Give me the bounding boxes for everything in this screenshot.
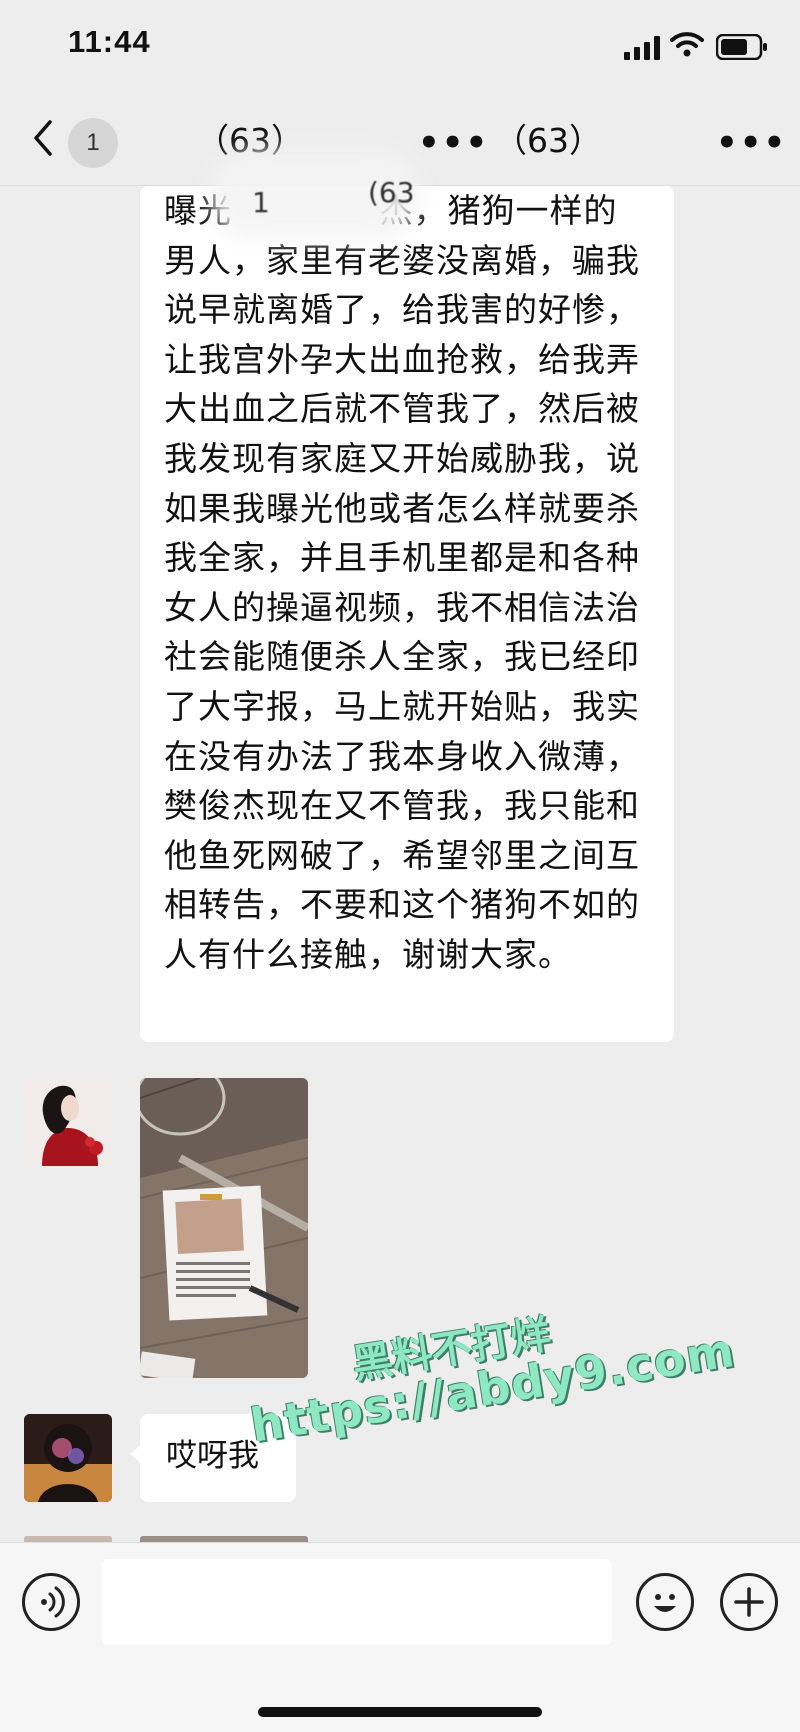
status-time: 11:44 (68, 24, 151, 59)
avatar-woman-icon (24, 1078, 112, 1166)
battery-icon (716, 34, 767, 60)
unread-count-badge[interactable]: 1 (68, 118, 118, 168)
voice-input-button[interactable] (22, 1573, 80, 1631)
message-text: 曝光 杰，猪狗一样的男人，家里有老婆没离婚，骗我说早就离婚了，给我害的好惨，让我… (164, 191, 640, 974)
ghost-badge: 1 (252, 186, 270, 219)
photo-icon (140, 1078, 308, 1378)
message-text: 哎呀我 (166, 1438, 259, 1474)
smiley-icon (654, 1594, 676, 1612)
ghost-count: (63 (368, 176, 415, 209)
emoji-button[interactable] (636, 1573, 694, 1631)
wifi-icon (670, 32, 704, 57)
back-chevron-icon[interactable] (28, 116, 58, 160)
signal-icon (624, 36, 660, 60)
chat-title-dots: ••• (418, 123, 490, 163)
chat-title-member-count-duplicate: （63） (494, 121, 602, 160)
message-bubble[interactable]: 曝光 杰，猪狗一样的男人，家里有老婆没离婚，骗我说早就离婚了，给我害的好惨，让我… (140, 186, 674, 1042)
home-indicator (258, 1707, 542, 1717)
input-bar (0, 1542, 800, 1732)
image-message[interactable] (140, 1078, 308, 1378)
voice-icon (41, 1586, 65, 1618)
more-options-icon[interactable]: ••• (716, 126, 787, 160)
status-bar: 11:44 (0, 0, 800, 96)
avatar[interactable] (24, 1414, 112, 1502)
avatar-silhouette-icon (24, 1414, 112, 1502)
message-input[interactable] (102, 1559, 612, 1645)
plus-icon (734, 1587, 764, 1617)
more-functions-button[interactable] (720, 1573, 778, 1631)
avatar[interactable] (24, 1078, 112, 1166)
